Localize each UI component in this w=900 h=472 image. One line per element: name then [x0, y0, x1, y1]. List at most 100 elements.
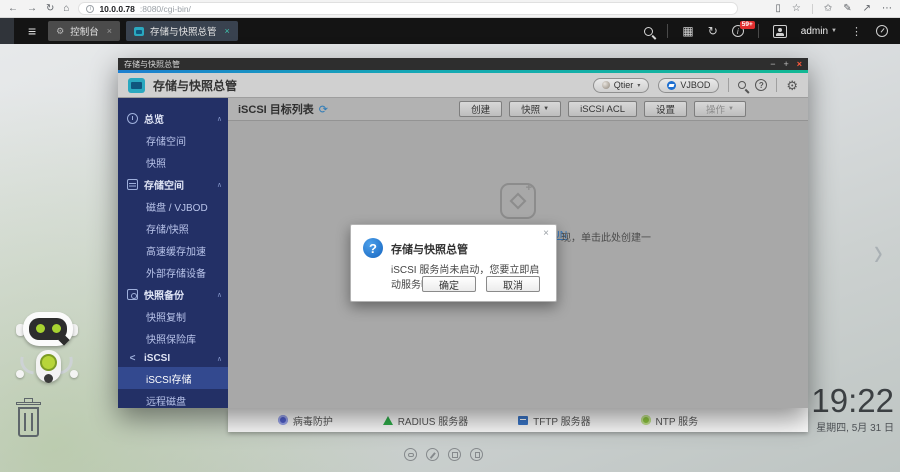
- minimize-icon[interactable]: −: [770, 59, 775, 69]
- trash-body: [18, 407, 39, 437]
- browser-refresh-icon[interactable]: ↻: [46, 4, 54, 14]
- browser-more-icon[interactable]: ⋯: [882, 4, 892, 14]
- sidebar-item-disks-vjbod[interactable]: 磁盘 / VJBOD: [118, 195, 228, 217]
- snapshot-backup-icon: [127, 289, 138, 300]
- ok-button[interactable]: 确定: [422, 276, 476, 292]
- sidebar-item-cache-acceleration[interactable]: 高速缓存加速: [118, 239, 228, 261]
- sidebar-item-storage-snapshots[interactable]: 存储/快照: [118, 217, 228, 239]
- robot-hip: [44, 374, 53, 383]
- nas-tab-storage-snapshots[interactable]: 存储与快照总管 ×: [126, 21, 238, 41]
- share-icon[interactable]: ↗: [863, 4, 871, 14]
- trash-lid: [16, 402, 41, 405]
- browser-forward-icon[interactable]: →: [27, 4, 37, 14]
- search-icon[interactable]: [644, 27, 653, 36]
- browser-home-icon[interactable]: ⌂: [63, 4, 69, 14]
- nas-separator: [667, 24, 668, 38]
- storage-icon: [127, 179, 138, 190]
- nas-bar-corner: [0, 18, 14, 44]
- sidebar-section-overview[interactable]: 总览 ∧: [118, 107, 228, 129]
- settings-button[interactable]: 设置: [644, 101, 687, 117]
- window-sidebar: 总览 ∧ 存储空间 快照 存储空间 ∧ 磁盘 / VJBOD 存储/快照 高速缓…: [118, 98, 228, 408]
- help-icon[interactable]: ?: [755, 79, 767, 91]
- nas-separator: [758, 24, 759, 38]
- app-title: 存储与快照总管: [153, 77, 237, 94]
- browser-back-icon[interactable]: ←: [8, 4, 18, 14]
- cancel-button[interactable]: 取消: [486, 276, 540, 292]
- recycle-bin-icon[interactable]: [14, 398, 44, 440]
- address-bar[interactable]: i 10.0.0.78:8080/cgi-bin/: [78, 2, 738, 15]
- sidebar-section-snapshot-backup[interactable]: 快照备份 ∧: [118, 283, 228, 305]
- service-label: TFTP 服务器: [533, 413, 591, 428]
- vjbod-button[interactable]: VJBOD: [658, 78, 719, 93]
- user-avatar-icon[interactable]: [773, 25, 787, 38]
- user-menu[interactable]: admin ▼: [801, 26, 837, 37]
- service-item-radius[interactable]: RADIUS 服务器: [383, 413, 469, 428]
- iscsi-acl-button[interactable]: iSCSI ACL: [568, 101, 637, 117]
- window-titlebar[interactable]: 存储与快照总管 − + ×: [118, 58, 808, 70]
- create-button[interactable]: 创建: [459, 101, 502, 117]
- app-center-icon[interactable]: [448, 448, 461, 461]
- window-title: 存储与快照总管: [124, 59, 180, 70]
- feedback-icon[interactable]: [470, 448, 483, 461]
- notifications-button[interactable]: i 59+: [732, 25, 744, 37]
- clock-date: 星期四, 5月 31 日: [811, 419, 894, 434]
- main-menu-icon[interactable]: ≡: [14, 23, 48, 39]
- snapshot-button[interactable]: 快照▼: [509, 101, 561, 117]
- favorite-star-icon[interactable]: ☆: [792, 4, 801, 14]
- settings-gear-icon[interactable]: ⚙: [786, 79, 798, 92]
- tab-close-icon[interactable]: ×: [225, 26, 230, 36]
- url-path: :8080/cgi-bin/: [140, 4, 191, 14]
- maximize-icon[interactable]: +: [783, 59, 788, 69]
- collapse-caret-icon[interactable]: ∧: [217, 291, 222, 299]
- storage-app-icon: [134, 27, 144, 36]
- close-icon[interactable]: ×: [797, 59, 802, 69]
- collapse-caret-icon[interactable]: ∧: [217, 181, 222, 189]
- window-search-icon[interactable]: [738, 81, 746, 89]
- dialog-close-icon[interactable]: ×: [543, 228, 549, 239]
- sidebar-item-iscsi-storage[interactable]: iSCSI存储: [118, 367, 228, 389]
- tab-close-icon[interactable]: ×: [107, 26, 112, 36]
- myqnapcloud-icon[interactable]: [404, 448, 417, 461]
- annotate-icon[interactable]: ✎: [843, 4, 851, 14]
- refresh-list-icon[interactable]: ⟳: [319, 103, 328, 116]
- collapse-caret-icon[interactable]: ∧: [217, 115, 222, 123]
- reading-view-icon[interactable]: ▯: [775, 4, 781, 14]
- window-header: 存储与快照总管 Qtier ▾ VJBOD ? ⚙: [118, 73, 808, 98]
- nas-top-bar: ≡ ⚙ 控制台 × 存储与快照总管 × ▦ ↻ i 59+ admin ▼ ⋮: [0, 18, 900, 44]
- site-info-icon[interactable]: i: [86, 5, 94, 13]
- next-desktop-arrow-icon[interactable]: ›: [874, 228, 883, 275]
- service-label: 病毒防护: [293, 413, 333, 428]
- nas-tab-control-panel[interactable]: ⚙ 控制台 ×: [48, 21, 120, 41]
- plus-glyph: +: [526, 182, 532, 194]
- notification-badge: 59+: [740, 21, 755, 29]
- service-item-tftp[interactable]: TFTP 服务器: [518, 413, 591, 428]
- empty-state-hint: 现，单击此处创建一: [561, 229, 651, 244]
- dashboard-icon[interactable]: [876, 25, 888, 37]
- sidebar-item-snapshot-vault[interactable]: 快照保险库: [118, 327, 228, 349]
- sidebar-section-storage[interactable]: 存储空间 ∧: [118, 173, 228, 195]
- collapse-caret-icon[interactable]: ∧: [217, 355, 222, 363]
- sidebar-item-snapshot-overview[interactable]: 快照: [118, 151, 228, 173]
- utilities-icon[interactable]: [426, 448, 439, 461]
- desktop-clock: 19:22 星期四, 5月 31 日: [811, 384, 894, 434]
- dialog-title: 存储与快照总管: [391, 238, 468, 257]
- service-item-antivirus[interactable]: 病毒防护: [278, 413, 333, 428]
- content-toolbar: iSCSI 目标列表 ⟳ 创建 快照▼ iSCSI ACL 设置 操作▼: [228, 98, 808, 121]
- service-item-ntp[interactable]: NTP 服务: [641, 413, 699, 428]
- desktop-dock: [404, 448, 483, 461]
- sidebar-item-external-storage[interactable]: 外部存储设备: [118, 261, 228, 283]
- robot-belly: [40, 354, 57, 371]
- action-button[interactable]: 操作▼: [694, 101, 746, 117]
- browser-separator: [812, 4, 813, 14]
- favorites-bar-icon[interactable]: ✩: [824, 4, 832, 14]
- sidebar-item-remote-disk[interactable]: 远程磁盘: [118, 389, 228, 408]
- qtier-icon: [602, 81, 610, 89]
- qtier-button[interactable]: Qtier ▾: [593, 78, 650, 93]
- more-options-icon[interactable]: ⋮: [851, 25, 862, 38]
- background-tasks-icon[interactable]: ▦: [682, 24, 693, 38]
- sidebar-section-iscsi[interactable]: < iSCSI ∧: [118, 349, 228, 367]
- sidebar-item-storage-space-overview[interactable]: 存储空间: [118, 129, 228, 151]
- chevron-down-icon: ▼: [831, 28, 837, 34]
- sidebar-item-snapshot-replica[interactable]: 快照复制: [118, 305, 228, 327]
- refresh-apps-icon[interactable]: ↻: [708, 24, 718, 38]
